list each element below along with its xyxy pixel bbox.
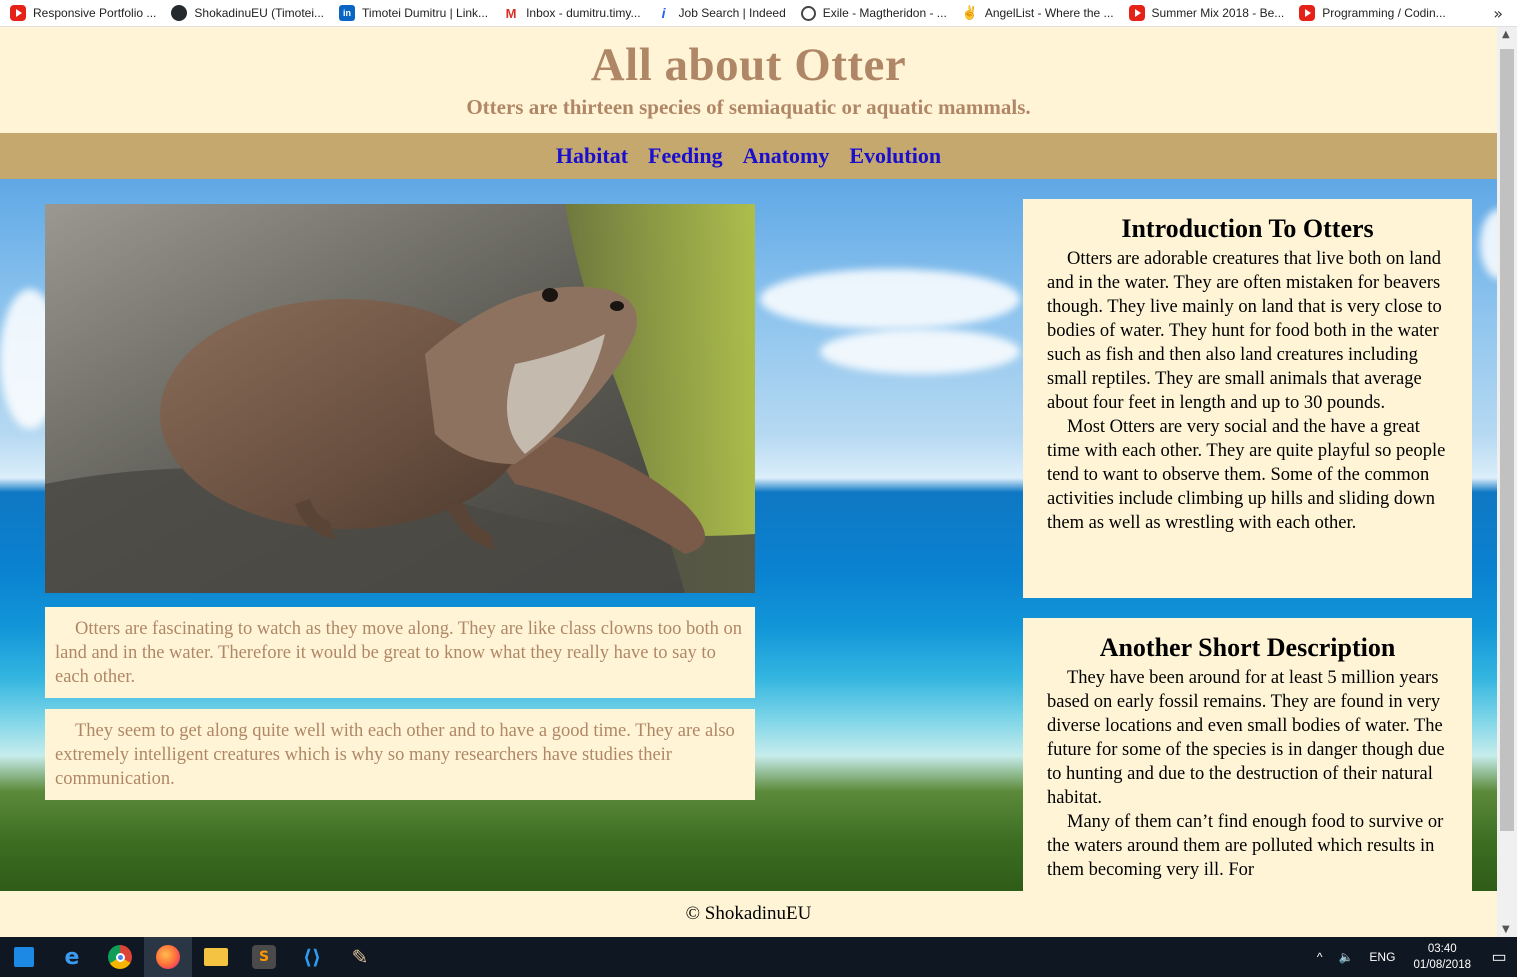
bookmark-angellist[interactable]: ✌ AngelList - Where the ... (952, 0, 1119, 27)
left-paragraph: Otters are fascinating to watch as they … (55, 619, 743, 687)
globe-icon (800, 5, 816, 21)
sublime-icon: S (252, 945, 276, 969)
linkedin-icon: in (339, 5, 356, 21)
youtube-icon (1128, 5, 1145, 21)
description-card: Another Short Description They have been… (1023, 618, 1472, 918)
youtube-icon (10, 5, 26, 21)
file-explorer-icon (204, 948, 228, 966)
left-info-box: Otters are fascinating to watch as they … (45, 607, 755, 698)
bookmark-summer-mix[interactable]: Summer Mix 2018 - Be... (1119, 0, 1290, 27)
youtube-icon (1299, 5, 1316, 21)
angellist-icon: ✌ (961, 5, 978, 21)
more-bookmarks-chevron-icon[interactable]: » (1493, 4, 1503, 23)
description-title: Another Short Description (1099, 633, 1396, 662)
clock-time: 03:40 (1427, 943, 1457, 955)
taskbar-file-explorer[interactable] (192, 937, 240, 977)
page-title: All about Otter (590, 39, 907, 91)
system-tray: ^ 🔈 ENG 03:40 01/08/2018 ▭ (1309, 937, 1517, 977)
intro-title: Introduction To Otters (1121, 214, 1374, 243)
nav-link-anatomy[interactable]: Anatomy (743, 143, 830, 169)
show-hidden-icons-chevron-icon[interactable]: ^ (1309, 950, 1331, 964)
taskbar-paint[interactable]: ✎ (336, 937, 384, 977)
github-icon (171, 5, 188, 21)
bookmark-github[interactable]: ShokadinuEU (Timotei... (161, 0, 329, 27)
scrollbar-thumb[interactable] (1500, 49, 1514, 831)
vertical-scrollbar[interactable]: ▲ ▼ (1497, 27, 1517, 937)
nav-link-habitat[interactable]: Habitat (556, 143, 628, 169)
paint-icon: ✎ (351, 945, 369, 969)
bookmark-indeed[interactable]: i Job Search | Indeed (646, 0, 791, 27)
chrome-icon (108, 945, 132, 969)
main-nav: Habitat Feeding Anatomy Evolution (0, 133, 1497, 179)
clock[interactable]: 03:40 01/08/2018 (1403, 941, 1481, 973)
intro-card: Introduction To Otters Otters are adorab… (1023, 199, 1472, 598)
otter-photo (45, 204, 755, 593)
site-header: All about Otter Otters are thirteen spec… (0, 27, 1497, 133)
bookmark-responsive-portfolio[interactable]: Responsive Portfolio ... (0, 0, 161, 27)
taskbar-chrome[interactable] (96, 937, 144, 977)
edge-icon: e (64, 944, 80, 970)
description-paragraph: They have been around for at least 5 mil… (1047, 668, 1445, 808)
page-subtitle: Otters are thirteen species of semiaquat… (466, 95, 1031, 119)
bookmark-programming[interactable]: Programming / Codin... (1289, 0, 1450, 27)
start-icon (14, 947, 34, 967)
bookmark-gmail[interactable]: M Inbox - dumitru.timy... (493, 0, 645, 27)
nav-link-feeding[interactable]: Feeding (648, 143, 723, 169)
left-info-box: They seem to get along quite well with e… (45, 709, 755, 800)
scroll-up-arrow-icon[interactable]: ▲ (1502, 29, 1510, 40)
windows-taskbar: e S ⟨⟩ ✎ ^ 🔈 ENG 03:40 01/08/2018 ▭ (0, 937, 1517, 977)
language-indicator[interactable]: ENG (1361, 950, 1403, 964)
taskbar-sublime[interactable]: S (240, 937, 288, 977)
left-paragraph: They seem to get along quite well with e… (55, 721, 735, 789)
taskbar-vscode[interactable]: ⟨⟩ (288, 937, 336, 977)
taskbar-edge[interactable]: e (48, 937, 96, 977)
action-center-icon[interactable]: ▭ (1481, 947, 1517, 967)
taskbar-firefox[interactable] (144, 937, 192, 977)
site-footer: © ShokadinuEU (0, 891, 1497, 937)
description-paragraph: Many of them can’t find enough food to s… (1047, 812, 1444, 880)
bookmarks-bar: Responsive Portfolio ... ShokadinuEU (Ti… (0, 0, 1517, 27)
gmail-icon: M (503, 5, 520, 21)
bookmark-linkedin[interactable]: in Timotei Dumitru | Link... (329, 0, 493, 27)
volume-icon[interactable]: 🔈 (1330, 950, 1361, 964)
indeed-icon: i (655, 5, 672, 21)
vscode-icon: ⟨⟩ (302, 945, 322, 969)
firefox-icon (156, 945, 180, 969)
page-viewport: All about Otter Otters are thirteen spec… (0, 27, 1497, 937)
scroll-down-arrow-icon[interactable]: ▼ (1502, 924, 1510, 935)
bookmark-exile[interactable]: Exile - Magtheridon - ... (791, 0, 952, 27)
clock-date: 01/08/2018 (1413, 959, 1471, 971)
intro-paragraph: Most Otters are very social and the have… (1047, 417, 1446, 533)
start-button[interactable] (0, 937, 48, 977)
nav-link-evolution[interactable]: Evolution (849, 143, 941, 169)
intro-paragraph: Otters are adorable creatures that live … (1047, 249, 1442, 413)
